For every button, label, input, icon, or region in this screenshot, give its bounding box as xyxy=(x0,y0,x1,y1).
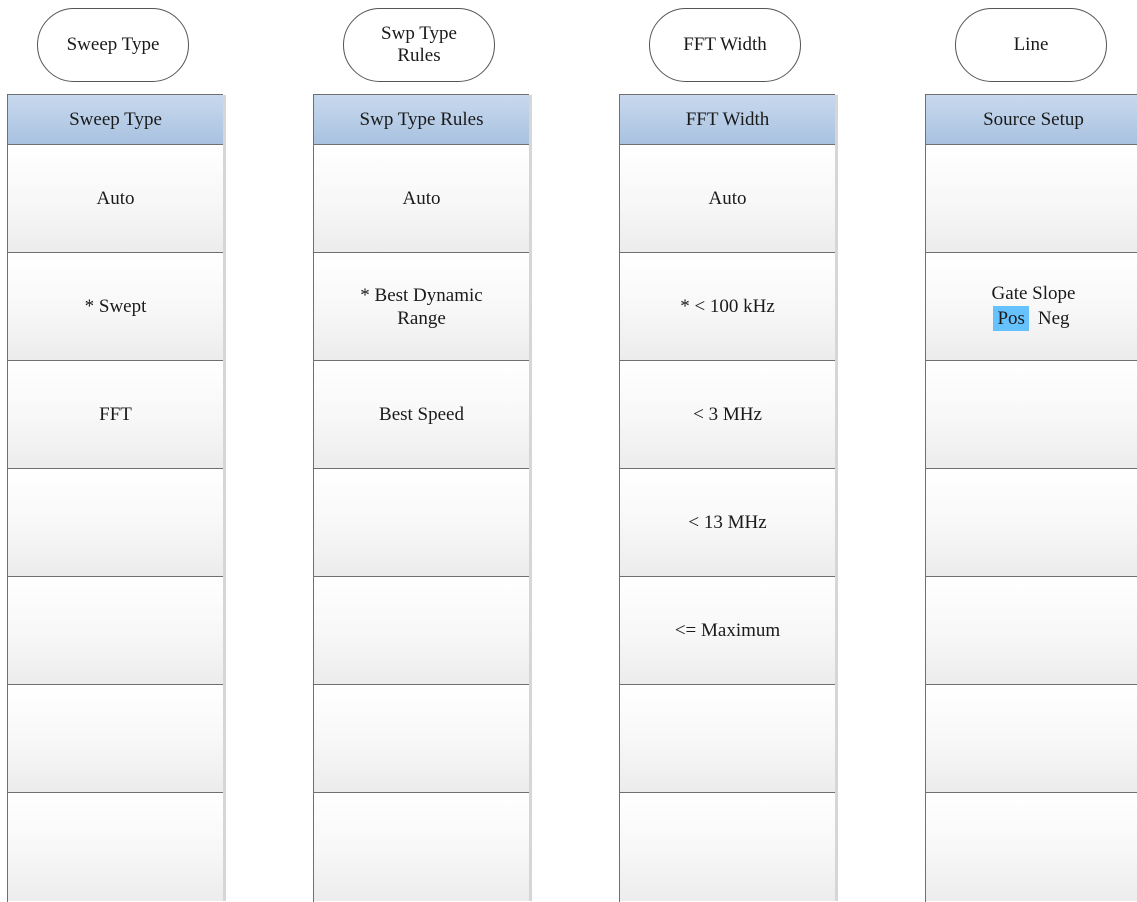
menu-item-best-dynamic-range[interactable]: * Best Dynamic Range xyxy=(314,253,529,361)
menu-item-empty[interactable] xyxy=(314,469,529,577)
menu-item-fft[interactable]: FFT xyxy=(8,361,223,469)
menu-item-empty[interactable] xyxy=(314,577,529,685)
menu-header: Source Setup xyxy=(926,95,1137,145)
fft-width-menu: FFT Width Auto * < 100 kHz < 3 MHz < 13 … xyxy=(619,94,835,902)
menu-item-empty[interactable] xyxy=(8,469,223,577)
menu-item-empty[interactable] xyxy=(926,469,1137,577)
menu-item-empty[interactable] xyxy=(8,577,223,685)
menu-item-maximum[interactable]: <= Maximum xyxy=(620,577,835,685)
menu-item-empty[interactable] xyxy=(926,685,1137,793)
menu-item-best-speed[interactable]: Best Speed xyxy=(314,361,529,469)
menu-item-13mhz[interactable]: < 13 MHz xyxy=(620,469,835,577)
menu-header: FFT Width xyxy=(620,95,835,145)
menu-item-empty[interactable] xyxy=(8,793,223,901)
menu-item-auto[interactable]: Auto xyxy=(620,145,835,253)
menu-header: Swp Type Rules xyxy=(314,95,529,145)
menu-item-empty[interactable] xyxy=(314,793,529,901)
menu-item-empty[interactable] xyxy=(926,145,1137,253)
menu-item-empty[interactable] xyxy=(926,361,1137,469)
menu-item-gate-slope[interactable]: Gate Slope Pos Neg xyxy=(926,253,1137,361)
source-setup-menu: Source Setup Gate Slope Pos Neg xyxy=(925,94,1137,902)
swp-type-rules-menu: Swp Type Rules Auto * Best Dynamic Range… xyxy=(313,94,529,902)
menu-item-empty[interactable] xyxy=(8,685,223,793)
sweep-type-key[interactable]: Sweep Type xyxy=(37,8,189,82)
option-pos[interactable]: Pos xyxy=(993,306,1029,331)
swp-type-rules-key[interactable]: Swp Type Rules xyxy=(343,8,495,82)
menu-item-empty[interactable] xyxy=(926,577,1137,685)
menu-item-3mhz[interactable]: < 3 MHz xyxy=(620,361,835,469)
gate-slope-options: Pos Neg xyxy=(993,306,1073,331)
menu-item-empty[interactable] xyxy=(620,685,835,793)
menu-item-empty[interactable] xyxy=(926,793,1137,901)
menu-item-swept[interactable]: * Swept xyxy=(8,253,223,361)
line-key[interactable]: Line xyxy=(955,8,1107,82)
menu-item-auto[interactable]: Auto xyxy=(8,145,223,253)
sweep-type-menu: Sweep Type Auto * Swept FFT xyxy=(7,94,223,902)
menu-item-empty[interactable] xyxy=(314,685,529,793)
menu-header: Sweep Type xyxy=(8,95,223,145)
fft-width-key[interactable]: FFT Width xyxy=(649,8,801,82)
gate-slope-label: Gate Slope xyxy=(991,283,1076,304)
menu-item-100khz[interactable]: * < 100 kHz xyxy=(620,253,835,361)
option-neg[interactable]: Neg xyxy=(1034,306,1074,331)
menu-item-auto[interactable]: Auto xyxy=(314,145,529,253)
menu-item-empty[interactable] xyxy=(620,793,835,901)
